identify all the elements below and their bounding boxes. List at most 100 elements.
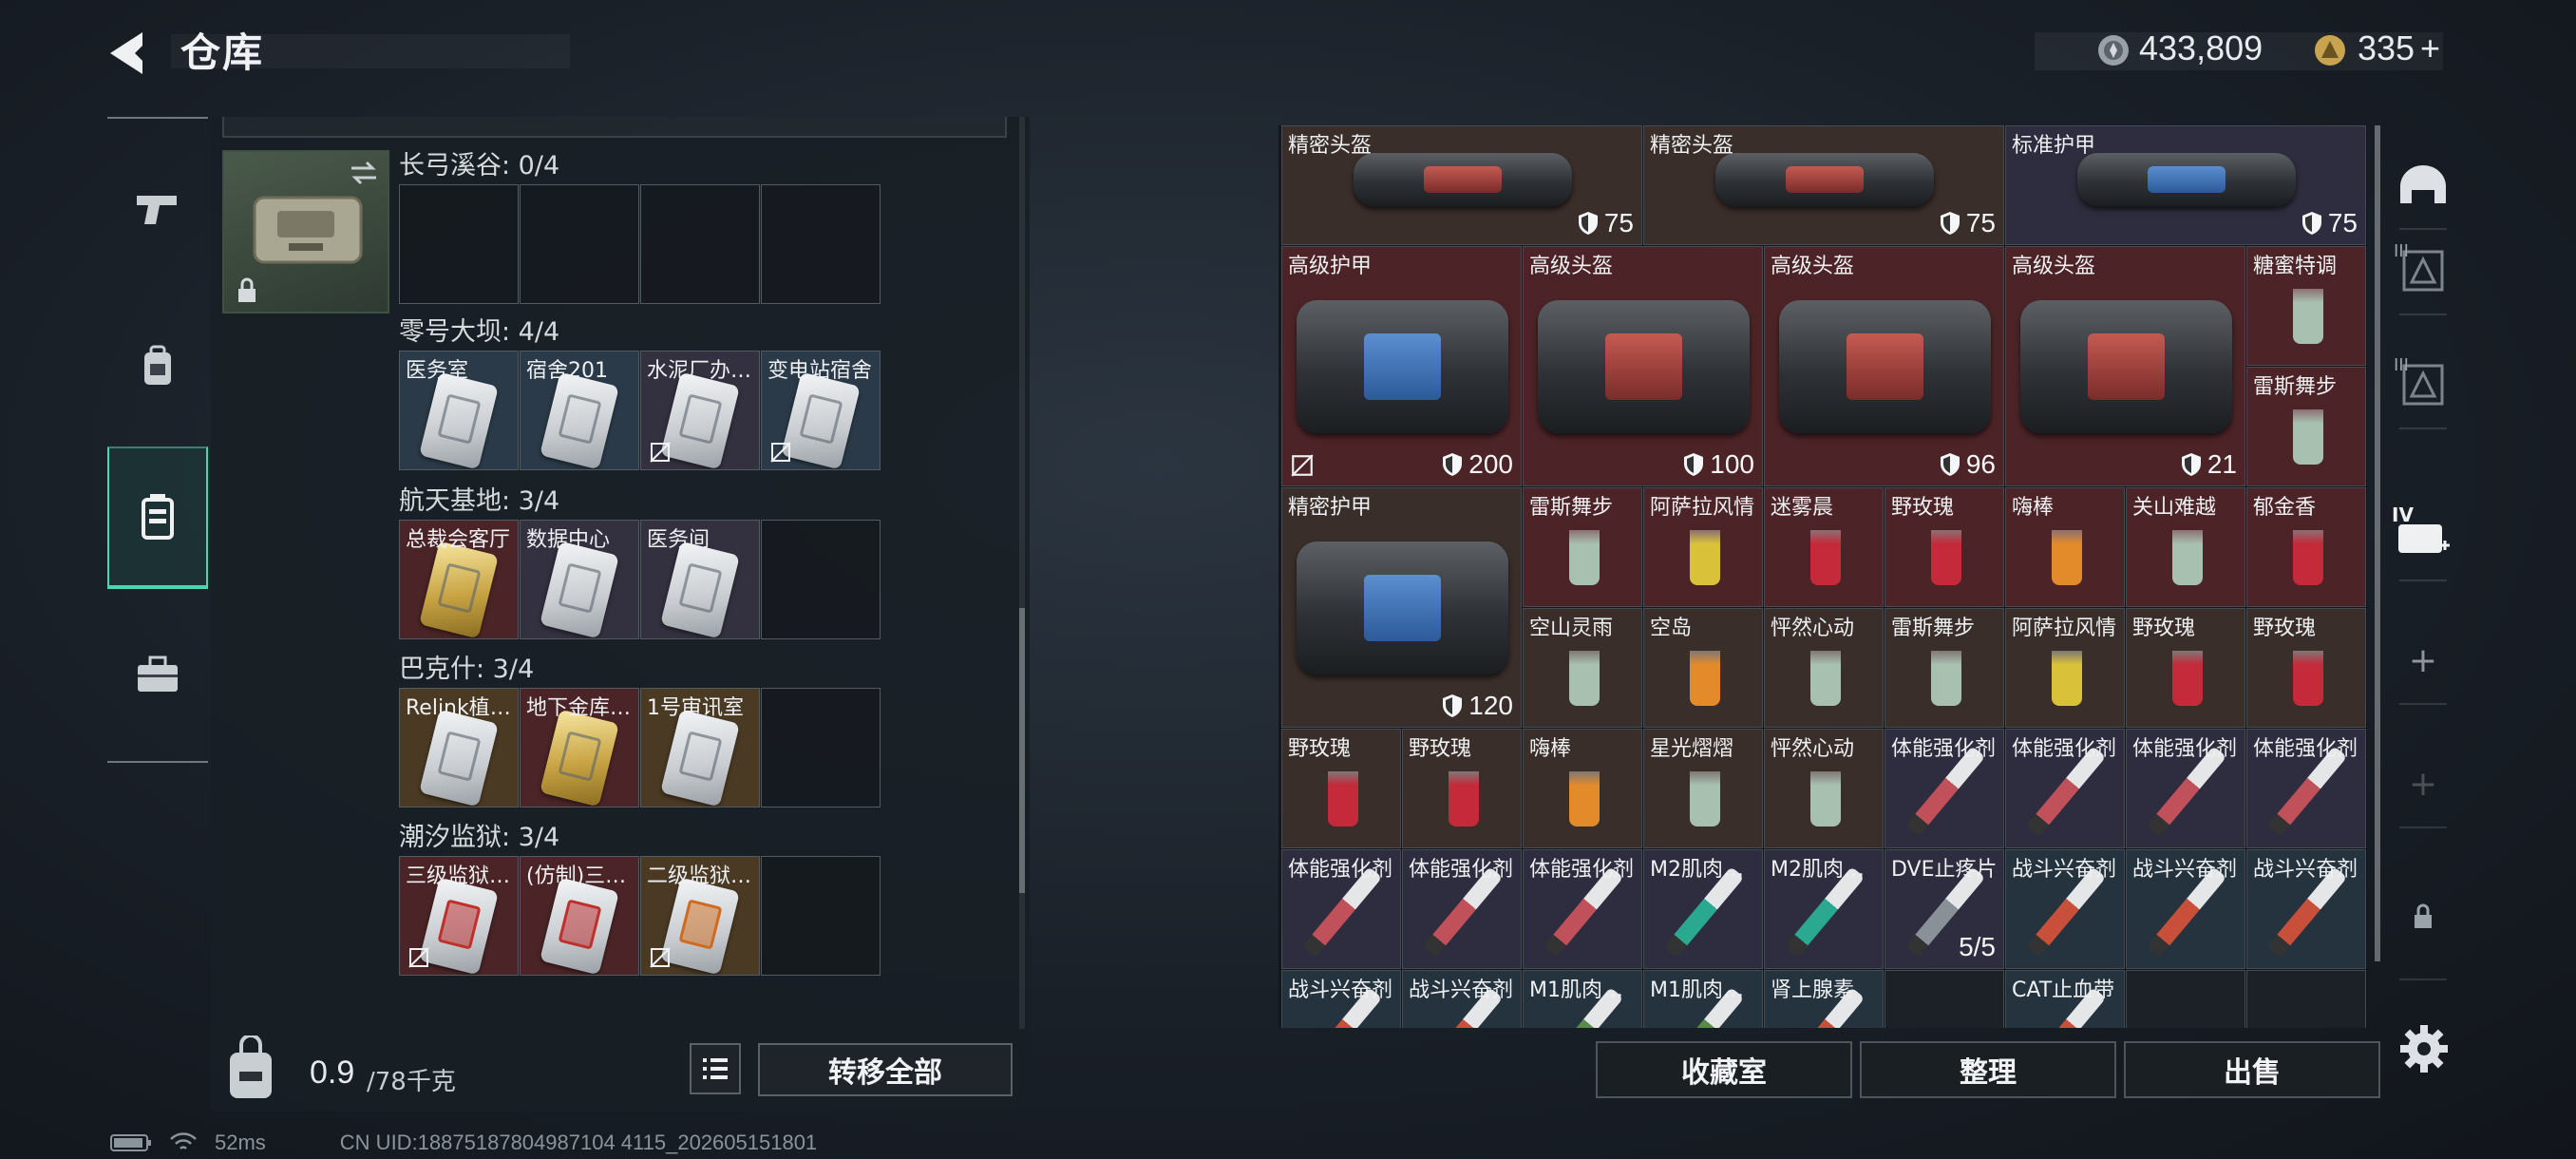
keycard-slot[interactable]: 医务室 bbox=[399, 351, 519, 470]
keycard-slot[interactable]: 地下金库… bbox=[520, 688, 639, 808]
stash-grid: 精密头盔 75 精密头盔 75 标准护甲 75 高级护甲 200 高级头盔 100 高级头盔 96 高级… bbox=[1281, 125, 2367, 1028]
stash-item[interactable]: 怦然心动 bbox=[1764, 729, 1884, 848]
stash-item[interactable]: 雷斯舞步 bbox=[1523, 487, 1642, 607]
keycard-slot[interactable]: 三级监狱… bbox=[399, 856, 519, 976]
locked-slot[interactable] bbox=[2390, 884, 2456, 950]
stash-item[interactable]: 战斗兴奋剂 bbox=[2126, 849, 2245, 969]
left-scrollbar-thumb[interactable] bbox=[1019, 608, 1025, 893]
stash-item[interactable]: 星光熠熠 bbox=[1643, 729, 1763, 848]
stash-item[interactable]: 怦然心动 bbox=[1764, 608, 1884, 728]
stash-item[interactable]: 体能强化剂 bbox=[2246, 729, 2366, 848]
stash-item[interactable]: 战斗兴奋剂 bbox=[1281, 970, 1401, 1028]
stash-item[interactable]: CAT止血带 bbox=[2005, 970, 2125, 1028]
stash-item[interactable]: 高级护甲 200 bbox=[1281, 246, 1522, 486]
right-nav-armor-slot-2[interactable]: III bbox=[2390, 352, 2456, 418]
stash-item[interactable]: M1肌肉… bbox=[1643, 970, 1763, 1028]
left-nav-weapons[interactable] bbox=[107, 138, 208, 280]
add-currency-button[interactable]: + bbox=[2420, 28, 2440, 68]
stash-item[interactable]: 体能强化剂 bbox=[2005, 729, 2125, 848]
empty-key-slot[interactable] bbox=[761, 520, 881, 639]
stash-item[interactable]: 体能强化剂 bbox=[1281, 849, 1401, 969]
keycard-slot[interactable]: 医务间 bbox=[640, 520, 760, 639]
stash-item[interactable]: M2肌肉… bbox=[1643, 849, 1763, 969]
add-slot-button[interactable]: + bbox=[2390, 627, 2456, 694]
stash-item[interactable]: 精密头盔 75 bbox=[1643, 125, 2004, 245]
stash-item[interactable]: 野玫瑰 bbox=[1885, 487, 2004, 607]
stash-item[interactable]: 关山难越 bbox=[2126, 487, 2245, 607]
stash-item[interactable]: 野玫瑰 bbox=[2126, 608, 2245, 728]
gear-bag-image bbox=[1715, 152, 1934, 206]
keycard-slot[interactable]: 水泥厂办… bbox=[640, 351, 760, 470]
stash-item[interactable]: 体能强化剂 bbox=[1402, 849, 1522, 969]
list-view-button[interactable] bbox=[690, 1043, 741, 1094]
stash-item[interactable]: 战斗兴奋剂 bbox=[1402, 970, 1522, 1028]
stash-item[interactable]: 战斗兴奋剂 bbox=[2246, 849, 2366, 969]
empty-stash-slot[interactable] bbox=[1885, 970, 2004, 1028]
right-nav-armor-slot-1[interactable]: III bbox=[2390, 238, 2456, 304]
empty-key-slot[interactable] bbox=[761, 856, 881, 976]
keycard-slot[interactable]: 宿舍201 bbox=[520, 351, 639, 470]
left-nav-keychain[interactable] bbox=[107, 446, 208, 589]
empty-key-slot[interactable] bbox=[520, 184, 639, 304]
stash-item[interactable]: 空岛 bbox=[1643, 608, 1763, 728]
stash-scrollbar[interactable] bbox=[2375, 125, 2380, 961]
keychain-item[interactable] bbox=[222, 150, 389, 314]
stash-item[interactable]: 精密头盔 75 bbox=[1281, 125, 1642, 245]
stash-item[interactable]: M2肌肉… bbox=[1764, 849, 1884, 969]
swap-icon[interactable] bbox=[348, 160, 380, 186]
stash-item[interactable]: 糖蜜特调 bbox=[2246, 246, 2366, 366]
empty-key-slot[interactable] bbox=[399, 184, 519, 304]
transfer-all-button[interactable]: 转移全部 bbox=[758, 1043, 1013, 1096]
empty-key-slot[interactable] bbox=[761, 688, 881, 808]
stash-item[interactable]: 野玫瑰 bbox=[1281, 729, 1401, 848]
stash-item[interactable]: 高级头盔 21 bbox=[2005, 246, 2245, 486]
empty-key-slot[interactable] bbox=[761, 184, 881, 304]
left-nav-backpack[interactable] bbox=[107, 294, 208, 437]
stash-item[interactable]: 高级头盔 96 bbox=[1764, 246, 2004, 486]
stash-item[interactable]: M1肌肉… bbox=[1523, 970, 1642, 1028]
collection-room-button[interactable]: 收藏室 bbox=[1596, 1041, 1852, 1098]
stash-item[interactable]: 体能强化剂 bbox=[1523, 849, 1642, 969]
stash-item[interactable]: 战斗兴奋剂 bbox=[2005, 849, 2125, 969]
stash-item[interactable]: 雷斯舞步 bbox=[2246, 367, 2366, 486]
keycard-slot[interactable]: Relink植… bbox=[399, 688, 519, 808]
stash-item[interactable]: DVE止疼片 5/5 bbox=[1885, 849, 2004, 969]
stash-item[interactable]: 体能强化剂 bbox=[2126, 729, 2245, 848]
empty-stash-slot[interactable] bbox=[2246, 970, 2366, 1028]
keycard-slot[interactable]: 数据中心 bbox=[520, 520, 639, 639]
right-nav-add-bag[interactable]: IV bbox=[2390, 504, 2456, 570]
durability-value: 75 bbox=[2301, 208, 2358, 238]
stash-item[interactable]: 野玫瑰 bbox=[1402, 729, 1522, 848]
stash-item[interactable]: 阿萨拉风情 bbox=[2005, 608, 2125, 728]
keycard-slot[interactable]: 二级监狱… bbox=[640, 856, 760, 976]
stash-item[interactable]: 精密护甲 120 bbox=[1281, 487, 1522, 728]
settings-gear-icon[interactable] bbox=[2397, 1022, 2451, 1075]
right-nav-helmet[interactable] bbox=[2390, 152, 2456, 218]
empty-stash-slot[interactable] bbox=[2126, 970, 2245, 1028]
stash-item[interactable]: 高级头盔 100 bbox=[1523, 246, 1763, 486]
stash-item[interactable]: 野玫瑰 bbox=[2246, 608, 2366, 728]
empty-key-slot[interactable] bbox=[640, 184, 760, 304]
add-slot-button-disabled[interactable]: + bbox=[2390, 750, 2456, 817]
stash-item[interactable]: 体能强化剂 bbox=[1885, 729, 2004, 848]
stash-item[interactable]: 嗨棒 bbox=[2005, 487, 2125, 607]
shield-icon bbox=[1940, 212, 1960, 235]
keycard-slot[interactable]: 总裁会客厅 bbox=[399, 520, 519, 639]
stash-item[interactable]: 标准护甲 75 bbox=[2005, 125, 2366, 245]
organize-button[interactable]: 整理 bbox=[1860, 1041, 2116, 1098]
stash-item[interactable]: 空山灵雨 bbox=[1523, 608, 1642, 728]
stash-item-label: 糖蜜特调 bbox=[2253, 255, 2338, 278]
left-nav-briefcase[interactable] bbox=[107, 603, 208, 746]
stash-item[interactable]: 雷斯舞步 bbox=[1885, 608, 2004, 728]
sell-button[interactable]: 出售 bbox=[2124, 1041, 2380, 1098]
stash-item[interactable]: 阿萨拉风情 bbox=[1643, 487, 1763, 607]
stash-item[interactable]: 肾上腺素 bbox=[1764, 970, 1884, 1028]
keycard-slot[interactable]: 变电站宿舍 bbox=[761, 351, 881, 470]
keycard-slot[interactable]: (仿制)三… bbox=[520, 856, 639, 976]
stash-item[interactable]: 嗨棒 bbox=[1523, 729, 1642, 848]
stash-item[interactable]: 郁金香 bbox=[2246, 487, 2366, 607]
back-arrow-icon[interactable] bbox=[104, 27, 158, 80]
stash-item[interactable]: 迷雾晨 bbox=[1764, 487, 1884, 607]
durability-value: 5/5 bbox=[1959, 932, 1996, 962]
keycard-slot[interactable]: 1号审讯室 bbox=[640, 688, 760, 808]
